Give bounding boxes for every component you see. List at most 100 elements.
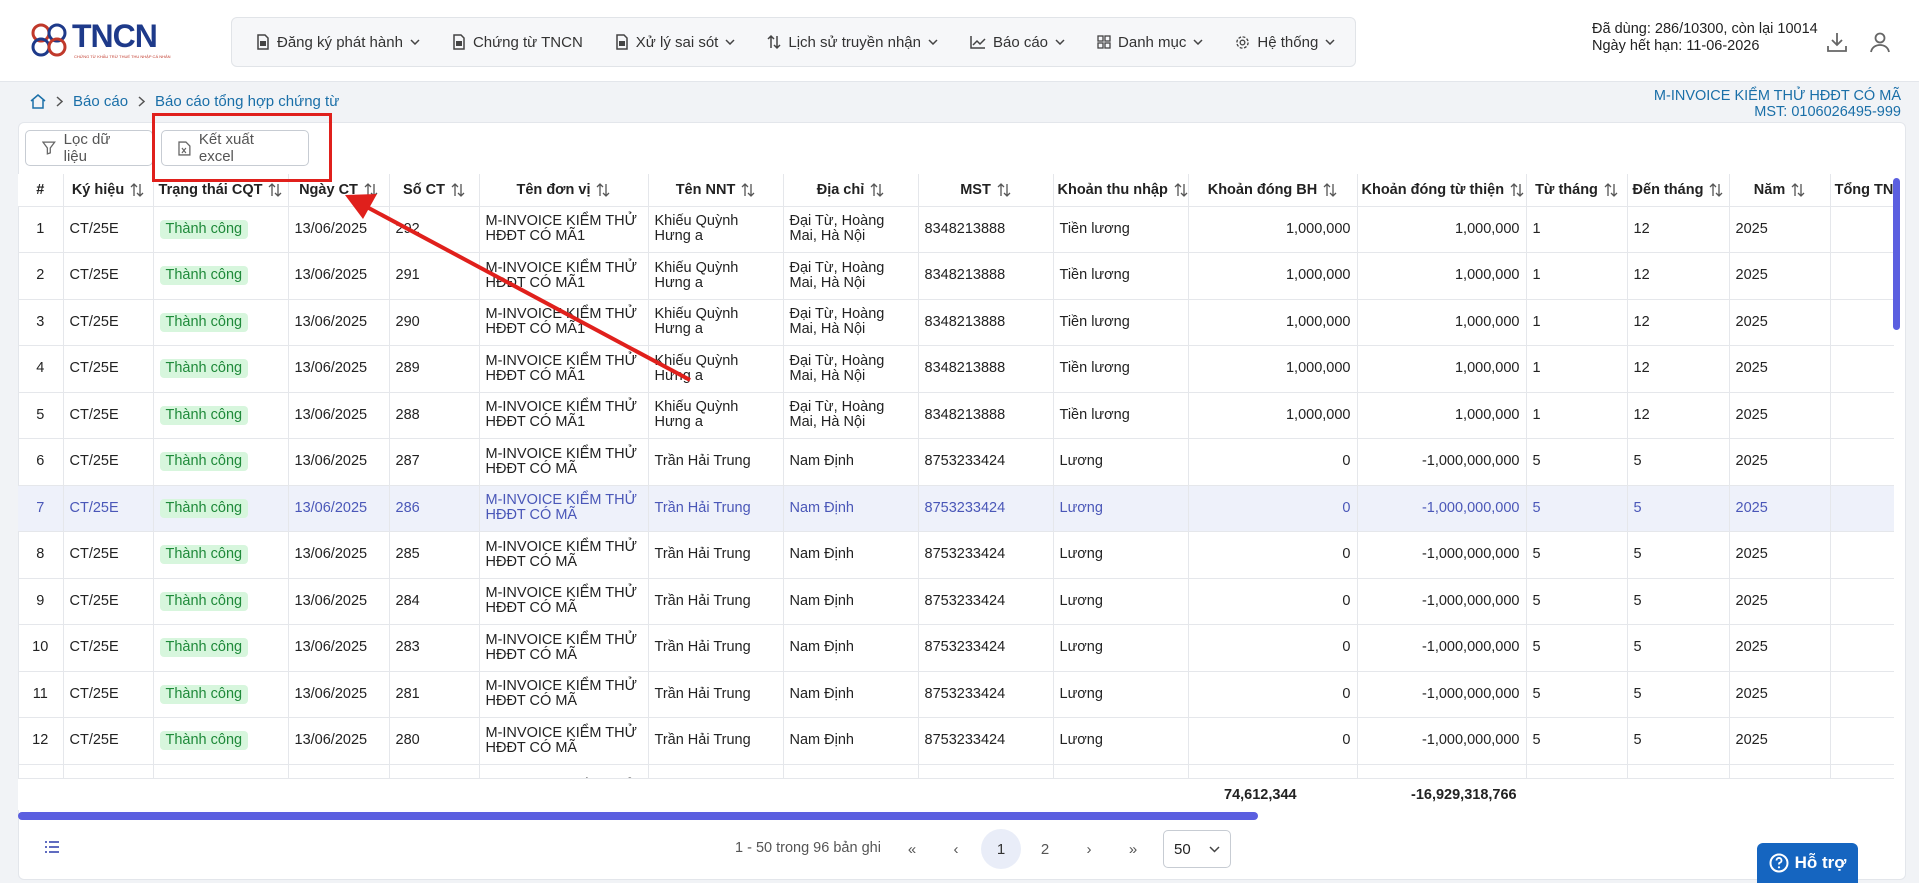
page-2-button[interactable]: 2 — [1025, 829, 1065, 869]
next-page-button[interactable]: › — [1069, 829, 1109, 869]
table-cell: 1,000,000 — [1357, 345, 1527, 393]
column-header[interactable]: Khoản thu nhập — [1053, 174, 1189, 207]
table-cell: 5 — [1627, 624, 1730, 672]
table-row[interactable]: 5 CT/25E Thành công 13/06/2025 288 M-INVOICE … — [18, 392, 1894, 439]
sort-icon[interactable] — [451, 183, 465, 197]
table-row[interactable]: 6 CT/25E Thành công 13/06/2025 287 M-INVOICE … — [18, 438, 1894, 486]
sort-icon[interactable] — [596, 183, 610, 197]
sort-icon[interactable] — [1510, 183, 1524, 197]
column-header[interactable]: Tên NNT — [648, 174, 784, 207]
table-cell: 5 — [1627, 438, 1730, 486]
status-badge: Thành công — [159, 219, 249, 239]
table-row[interactable]: 7 CT/25E Thành công 13/06/2025 286 M-INVOICE … — [18, 485, 1894, 532]
column-header[interactable]: Năm — [1729, 174, 1831, 207]
status-badge: Thành công — [159, 591, 249, 611]
nav-chung-tu-tncn[interactable]: Chứng từ TNCN — [452, 34, 583, 51]
nav-dang-ky-phat-hanh[interactable]: Đăng ký phát hành — [256, 34, 420, 51]
nav-he-thong[interactable]: Hệ thống — [1235, 34, 1335, 51]
list-icon[interactable] — [44, 840, 60, 854]
sort-icon[interactable] — [130, 183, 144, 197]
help-button[interactable]: Hỗ trợ — [1757, 843, 1858, 883]
table-cell: Tiền lương — [1053, 299, 1189, 346]
table-row[interactable]: 10 CT/25E Thành công 13/06/2025 283 M-INVOICE… — [18, 624, 1894, 672]
nav-xu-ly-sai-sot[interactable]: Xử lý sai sót — [615, 34, 736, 51]
page-1-button[interactable]: 1 — [981, 829, 1021, 869]
table-row[interactable]: 3 CT/25E Thành công 13/06/2025 290 M-INVOICE … — [18, 299, 1894, 346]
sort-icon[interactable] — [268, 183, 282, 197]
filter-button[interactable]: Lọc dữ liệu — [25, 130, 153, 166]
column-header[interactable]: Ký hiệu — [63, 174, 154, 207]
download-icon[interactable] — [1825, 30, 1849, 54]
table-cell: Trần Hải Trung — [648, 531, 784, 579]
table-cell: Trần Hải Trung — [648, 717, 784, 765]
table-cell: 287 — [389, 438, 480, 486]
table-cell: M-INVOICE KIỂM THỬ HĐĐT CÓ MÃ — [479, 485, 649, 532]
table-cell: 13/06/2025 — [288, 717, 390, 765]
table-cell: 5 — [1526, 438, 1628, 486]
table-cell: 9 — [18, 578, 64, 625]
vertical-scrollbar[interactable] — [1893, 178, 1900, 330]
breadcrumb-item-current[interactable]: Báo cáo tổng hợp chứng từ — [155, 93, 339, 110]
user-icon[interactable] — [1868, 30, 1892, 54]
home-icon[interactable] — [30, 94, 46, 109]
breadcrumb-item-bao-cao[interactable]: Báo cáo — [73, 93, 128, 110]
table-row[interactable]: 9 CT/25E Thành công 13/06/2025 284 M-INVOICE … — [18, 578, 1894, 625]
table-cell: 2025 — [1729, 578, 1831, 625]
table-cell: 0 — [1188, 671, 1358, 718]
page-size-select[interactable]: 50 — [1163, 830, 1231, 868]
total-bh: 74,612,344 — [1224, 787, 1297, 803]
table-cell: M-INVOICE KIỂM THỬ HĐĐT CÓ MÃ1 — [479, 392, 649, 439]
company-name: M-INVOICE KIỂM THỬ HĐĐT CÓ MÃ — [1653, 88, 1901, 104]
column-header[interactable]: Số CT — [389, 174, 480, 207]
table-cell: 1 — [1526, 206, 1628, 253]
table-row[interactable]: 8 CT/25E Thành công 13/06/2025 285 M-INVOICE … — [18, 531, 1894, 579]
chevron-right-icon — [138, 96, 146, 107]
sort-icon[interactable] — [1174, 183, 1188, 197]
column-header[interactable]: Địa chỉ — [783, 174, 919, 207]
table-row[interactable]: 1 CT/25E Thành công 13/06/2025 292 M-INVOICE … — [18, 206, 1894, 253]
table-cell: 291 — [389, 252, 480, 300]
tncn-logo[interactable]: TNCN CHỨNG TỪ KHẤU TRỪ THUẾ THU NHẬP CÁ … — [28, 18, 178, 62]
horizontal-scrollbar[interactable] — [18, 812, 1258, 820]
table-row[interactable]: 11 CT/25E Thành công 13/06/2025 281 M-INVOICE… — [18, 671, 1894, 718]
table-cell — [1830, 578, 1894, 625]
column-header[interactable]: Khoản đóng từ thiện — [1357, 174, 1527, 207]
last-page-button[interactable]: » — [1113, 829, 1153, 869]
column-header[interactable]: MST — [918, 174, 1054, 207]
sort-icon[interactable] — [870, 183, 884, 197]
expiry-text: Ngày hết hạn: 11-06-2026 — [1592, 38, 1760, 54]
table-cell: 2025 — [1729, 717, 1831, 765]
column-header-label: Trạng thái CQT — [158, 181, 263, 198]
sort-icon[interactable] — [741, 183, 755, 197]
prev-page-button[interactable]: ‹ — [936, 829, 976, 869]
table-row[interactable]: 12 CT/25E Thành công 13/06/2025 280 M-INVOICE… — [18, 717, 1894, 765]
sort-icon[interactable] — [1604, 183, 1618, 197]
nav-label: Đăng ký phát hành — [277, 33, 403, 51]
status-badge: Thành công — [159, 405, 249, 425]
nav-label: Hệ thống — [1257, 33, 1319, 51]
table-cell: Lương — [1053, 717, 1189, 765]
table-cell: 8753233424 — [918, 671, 1054, 718]
table-cell: Khiếu Quỳnh Hưng a — [648, 392, 784, 439]
sort-icon[interactable] — [364, 183, 378, 197]
nav-danh-muc[interactable]: Danh mục — [1097, 34, 1203, 51]
column-header[interactable]: # — [18, 174, 64, 207]
column-header[interactable]: Tổng TN — [1830, 174, 1894, 207]
sort-icon[interactable] — [1709, 183, 1723, 197]
sort-icon[interactable] — [997, 183, 1011, 197]
column-header[interactable]: Đến tháng — [1627, 174, 1730, 207]
column-header[interactable]: Từ tháng — [1526, 174, 1628, 207]
sort-icon[interactable] — [1791, 183, 1805, 197]
nav-bao-cao[interactable]: Báo cáo — [970, 34, 1065, 51]
table-row[interactable]: 4 CT/25E Thành công 13/06/2025 289 M-INVOICE … — [18, 345, 1894, 393]
first-page-button[interactable]: « — [892, 829, 932, 869]
table-row[interactable]: 2 CT/25E Thành công 13/06/2025 291 M-INVOICE … — [18, 252, 1894, 300]
column-header-label: # — [36, 181, 45, 198]
table-cell — [1830, 392, 1894, 439]
column-header[interactable]: Khoản đóng BH — [1188, 174, 1358, 207]
sort-icon[interactable] — [1323, 183, 1337, 197]
nav-lich-su-truyen-nhan[interactable]: Lịch sử truyền nhận — [767, 34, 938, 51]
table-cell: 13/06/2025 — [288, 345, 390, 393]
status-badge: Thành công — [159, 638, 249, 658]
column-header[interactable]: Tên đơn vị — [479, 174, 649, 207]
